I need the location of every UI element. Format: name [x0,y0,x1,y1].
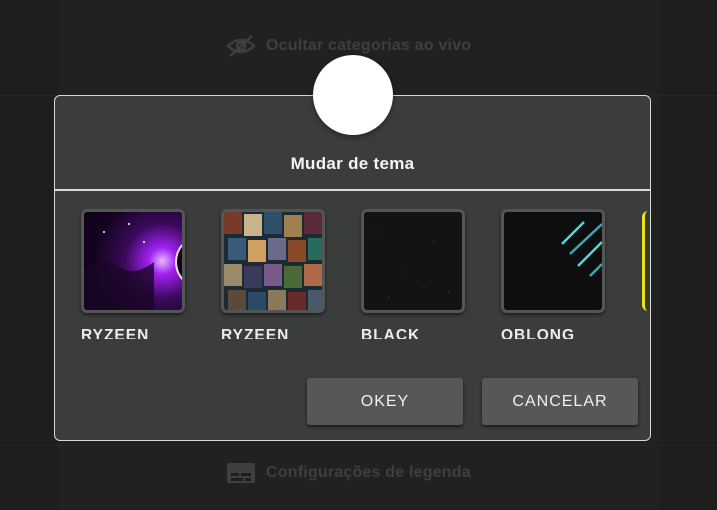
theme-name: RYZEEN STREAM [221,327,290,339]
theme-thumbnail-frame [501,209,605,313]
subtitle-settings-item[interactable]: Configurações de legenda [226,458,471,488]
theme-name: RYZEEN PURPLE [81,327,150,339]
okey-button[interactable]: OKEY [307,378,463,425]
theme-name: BLACK DIAMOND [361,327,421,339]
theme-thumbnail-frame [81,209,185,313]
theme-item-partial[interactable] [642,211,650,311]
change-theme-dialog: Mudar de tema RYZEEN RYZEEN BLACK OBLONG… [54,95,651,441]
theme-thumbnail-frame [221,209,325,313]
dialog-divider [55,189,650,191]
theme-thumbnail [504,212,602,310]
hide-live-categories-label: Ocultar categorias ao vivo [266,37,472,54]
avatar [313,55,393,135]
theme-item-black-diamond[interactable]: BLACK DIAMOND [361,209,471,339]
theme-thumbnail [364,212,462,310]
cancel-button[interactable]: CANCELAR [482,378,638,425]
eye-off-icon [226,33,256,59]
dialog-title: Mudar de tema [290,154,415,173]
theme-name: OBLONG CYANO [501,327,576,339]
theme-thumbnail [84,212,182,310]
theme-carousel[interactable]: RYZEEN PURPLE [55,209,650,339]
theme-thumbnail [224,212,322,310]
theme-thumbnail-frame [361,209,465,313]
theme-item-oblong-cyano[interactable]: OBLONG CYANO [501,209,611,339]
background-divider [0,445,717,446]
theme-item-ryzeen-purple[interactable]: RYZEEN PURPLE [81,209,191,339]
subtitles-icon [226,460,256,486]
theme-item-ryzeen-stream[interactable]: RYZEEN STREAM [221,209,331,339]
subtitle-settings-label: Configurações de legenda [266,464,471,481]
